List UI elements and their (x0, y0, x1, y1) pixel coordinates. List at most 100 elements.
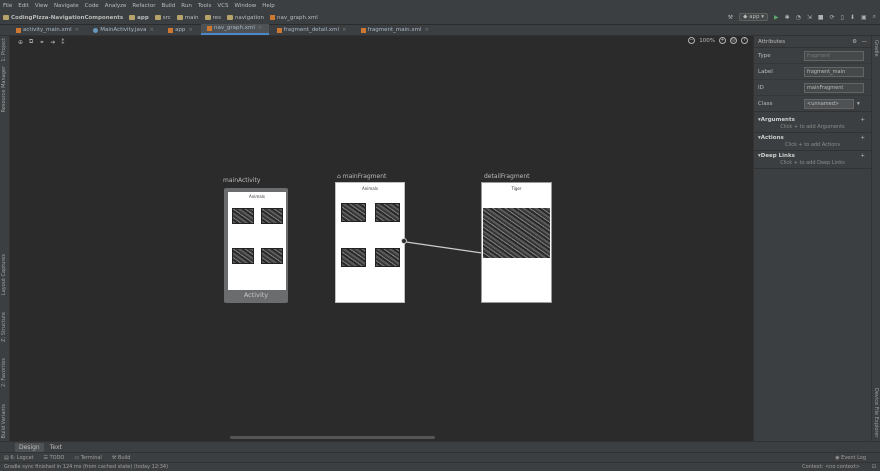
action-arrow[interactable] (400, 236, 490, 261)
tab-activity-main[interactable]: activity_main.xml × (10, 26, 85, 35)
section-arguments[interactable]: ▾ Arguments + (754, 115, 871, 124)
sdk-manager-icon[interactable]: ⬇ (850, 14, 855, 21)
animal-thumbnail (375, 248, 400, 267)
debug-icon[interactable]: ✱ (785, 14, 790, 21)
search-icon[interactable]: ⌕ (873, 13, 876, 21)
navigation-graph-canvas[interactable]: ⊕ ⧉ ⚭ ➔ ⁑ − 100% + ◎ ? mainActivity Anim… (10, 36, 752, 441)
menu-tools[interactable]: Tools (198, 3, 212, 9)
menu-help[interactable]: Help (262, 3, 275, 9)
build-variants-tool-button[interactable]: Build Variants (1, 404, 7, 438)
tab-nav-graph[interactable]: nav_graph.xml × (201, 24, 269, 35)
breadcrumb-res[interactable]: res (204, 15, 221, 21)
auto-arrange-icon[interactable]: ⁑ (61, 39, 64, 46)
attach-debugger-icon[interactable]: ⇲ (807, 14, 812, 21)
id-field[interactable]: mainFragment (804, 82, 864, 93)
breadcrumb-app[interactable]: app (129, 15, 149, 21)
fit-screen-icon[interactable]: ◎ (730, 37, 737, 44)
run-icon[interactable]: ▶ (774, 14, 779, 21)
tab-fragment-main[interactable]: fragment_main.xml × (355, 26, 435, 35)
main-fragment-destination[interactable]: Animals (335, 182, 405, 303)
stop-icon[interactable]: ■ (818, 14, 824, 21)
build-button[interactable]: ⚒ Build (112, 455, 131, 461)
deep-link-icon[interactable]: ⚭ (39, 39, 44, 46)
breadcrumb-navigation[interactable]: navigation (226, 15, 264, 21)
zoom-in-icon[interactable]: + (719, 37, 726, 44)
navigation-bar: CodingPizza-NavigationComponents app src… (0, 11, 880, 25)
minimize-icon[interactable]: — (862, 39, 868, 45)
event-log-button[interactable]: ◉ Event Log (835, 455, 866, 461)
menu-edit[interactable]: Edit (18, 3, 29, 9)
menu-code[interactable]: Code (85, 3, 99, 9)
attr-label: Label (758, 68, 773, 75)
lock-icon[interactable]: ⊡ (872, 464, 876, 470)
chevron-down-icon[interactable]: ▾ (857, 101, 860, 107)
breadcrumb-src[interactable]: src (154, 15, 171, 21)
attributes-panel: Attributes ⚙ — Type fragment Label fragm… (753, 36, 871, 441)
animal-thumbnail (232, 208, 254, 224)
nested-graph-icon[interactable]: ⧉ (29, 38, 33, 46)
project-tool-button[interactable]: 1: Project (1, 38, 7, 62)
add-action-icon[interactable]: ➔ (50, 39, 55, 46)
new-destination-icon[interactable]: ⊕ (18, 39, 23, 46)
folder-icon (129, 15, 136, 20)
attr-label: Class (758, 100, 773, 107)
logcat-button[interactable]: ▤ 6: Logcat (4, 455, 34, 461)
structure-tool-button[interactable]: Z: Structure (1, 312, 7, 342)
todo-button[interactable]: ☰ TODO (44, 455, 65, 461)
menu-run[interactable]: Run (181, 3, 192, 9)
add-action-icon[interactable]: + (860, 135, 865, 141)
breadcrumb-project[interactable]: CodingPizza-NavigationComponents (3, 15, 123, 21)
close-icon[interactable]: × (149, 27, 154, 33)
detail-fragment-destination[interactable]: Tiger (481, 182, 552, 303)
activity-destination[interactable]: Animals Activity (224, 188, 288, 303)
animal-thumbnail (261, 248, 283, 264)
add-deep-link-icon[interactable]: + (860, 153, 865, 159)
menu-window[interactable]: Window (235, 3, 257, 9)
label-field[interactable]: fragment_main (804, 66, 864, 77)
resource-manager-tool-button[interactable]: Resource Manager (1, 66, 7, 112)
status-message[interactable]: Gradle sync finished in 124 ms (from cac… (4, 464, 168, 470)
run-config-select[interactable]: ◆ app ▾ (739, 13, 768, 21)
terminal-button[interactable]: ▭ Terminal (74, 455, 101, 461)
action-source-handle[interactable] (401, 238, 407, 244)
gear-icon[interactable]: ⚙ (852, 39, 857, 45)
menu-vcs[interactable]: VCS (217, 3, 228, 9)
breadcrumb-nav-graph[interactable]: nav_graph.xml (269, 15, 318, 21)
close-icon[interactable]: × (424, 27, 429, 33)
class-dropdown[interactable]: <unnamed> (804, 98, 854, 109)
menu-analyze[interactable]: Analyze (105, 3, 127, 9)
breadcrumb-main[interactable]: main (176, 15, 199, 21)
section-actions[interactable]: ▾ Actions + (754, 133, 871, 142)
favorites-tool-button[interactable]: 2: Favorites (1, 358, 7, 387)
close-icon[interactable]: × (342, 27, 347, 33)
tab-design[interactable]: Design (15, 442, 44, 452)
tab-app[interactable]: app × (162, 26, 199, 35)
horizontal-scrollbar[interactable] (230, 436, 435, 439)
tab-main-activity[interactable]: MainActivity.java × (87, 26, 160, 35)
type-field[interactable]: fragment (804, 50, 864, 61)
animal-thumbnail (341, 248, 366, 267)
menu-build[interactable]: Build (161, 3, 175, 9)
tab-text[interactable]: Text (46, 443, 66, 452)
menu-navigate[interactable]: Navigate (54, 3, 79, 9)
help-icon[interactable]: ? (741, 37, 748, 44)
layout-captures-tool-button[interactable]: Layout Captures (1, 254, 7, 295)
hammer-icon[interactable]: ⚒ (728, 14, 733, 21)
gradle-tool-button[interactable]: Gradle (873, 40, 879, 57)
avd-manager-icon[interactable]: ▯ (841, 14, 844, 21)
java-class-icon (93, 27, 99, 33)
section-deep-links[interactable]: ▾ Deep Links + (754, 151, 871, 160)
zoom-out-icon[interactable]: − (688, 37, 696, 44)
tab-fragment-detail[interactable]: fragment_detail.xml × (271, 26, 353, 35)
menu-file[interactable]: File (3, 3, 12, 9)
close-icon[interactable]: × (75, 27, 80, 33)
add-argument-icon[interactable]: + (860, 117, 865, 123)
device-file-explorer-tool-button[interactable]: Device File Explorer (873, 388, 879, 437)
profile-icon[interactable]: ◔ (796, 14, 801, 21)
sync-icon[interactable]: ⟳ (830, 14, 835, 21)
close-icon[interactable]: × (188, 27, 193, 33)
menu-refactor[interactable]: Refactor (132, 3, 155, 9)
layout-inspector-icon[interactable]: ▣ (861, 14, 867, 21)
close-icon[interactable]: × (258, 25, 263, 31)
menu-view[interactable]: View (35, 3, 48, 9)
